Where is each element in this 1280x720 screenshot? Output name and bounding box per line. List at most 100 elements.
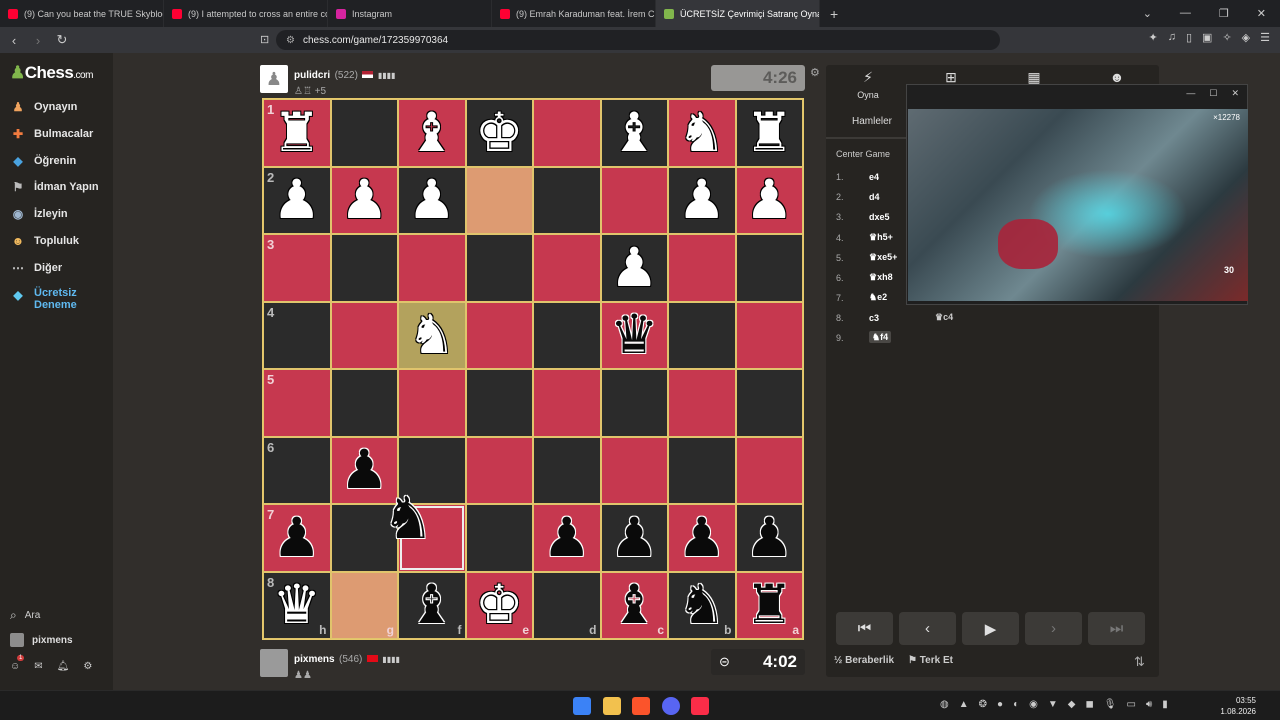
board-square[interactable]: ♝ (398, 99, 466, 167)
previous-move-button[interactable]: ‹ (899, 612, 956, 645)
discord-icon[interactable] (662, 697, 680, 715)
url-field[interactable]: ⚙ chess.com/game/172359970364 (276, 30, 1000, 50)
browser-tab[interactable]: (9) Emrah Karaduman feat. İrem C... (492, 0, 656, 27)
battery-icon[interactable]: ▮ (1162, 699, 1168, 710)
board-square[interactable]: 3 (263, 234, 331, 302)
move-black[interactable]: ♛c4 (935, 312, 953, 323)
board-square[interactable]: ♟ (668, 166, 736, 234)
minimize-icon[interactable]: — (1186, 88, 1195, 98)
top-player-name[interactable]: pulidcri (294, 70, 330, 81)
white-rook[interactable]: ♜ (745, 105, 793, 160)
board-square[interactable] (735, 369, 803, 437)
board-square[interactable]: 4 (263, 301, 331, 369)
bottom-player-name[interactable]: pixmens (294, 654, 335, 665)
reload-icon[interactable]: ↻ (52, 32, 72, 48)
board-square[interactable]: ♝ (600, 99, 668, 167)
first-move-button[interactable]: ⏮︎ (836, 612, 893, 645)
opening-name[interactable]: Center Game (836, 149, 890, 159)
board-square[interactable] (735, 301, 803, 369)
tab-moves[interactable]: Hamleler (852, 116, 892, 127)
black-bishop[interactable]: ♝ (408, 578, 456, 632)
brave-browser-icon[interactable] (632, 697, 650, 715)
new-tab-button[interactable]: + (820, 6, 848, 22)
board-square[interactable] (330, 234, 398, 302)
tray-app-icon[interactable]: ◍ (940, 699, 949, 710)
flip-board-icon[interactable]: ⇅ (1134, 654, 1145, 670)
board-square[interactable]: c ♝ (600, 571, 668, 639)
tray-app-icon[interactable]: ◐ (1013, 699, 1019, 710)
move-white-current[interactable]: ♞f4 (869, 331, 935, 343)
board-square[interactable] (668, 234, 736, 302)
chessboard[interactable]: 1 ♜ ♝ ♚ ♝ ♞ ♜ 2 ♟ ♟ ♟ ♟ ♟ 3 ♟ 4 ♞ ♛ 5 6 ♟ 7 ♟ ♟ ♟ ♟ ♟ 8 h ♛ g f ♝ e ♚ d c ♝ b ♞… (262, 98, 804, 640)
maximize-icon[interactable]: ☐ (1209, 88, 1217, 99)
board-settings-icon[interactable]: ⚙ (810, 66, 820, 79)
system-clock[interactable]: 03:55 1.08.2026 (1220, 695, 1256, 717)
black-bishop[interactable]: ♝ (610, 578, 658, 632)
dragged-black-knight[interactable]: ♞ (382, 484, 434, 552)
avatar[interactable] (260, 649, 288, 677)
sidebar-item-learn[interactable]: ◆ Öğrenin (10, 153, 76, 169)
music-app-icon[interactable] (691, 697, 709, 715)
avatar[interactable]: ♟ (260, 65, 288, 93)
browser-tab[interactable]: (9) Can you beat the TRUE Skyblock? (0, 0, 164, 27)
play-button[interactable]: ▶ (962, 612, 1019, 645)
board-square[interactable]: 2 ♟ (263, 166, 331, 234)
white-pawn[interactable]: ♟ (610, 240, 658, 295)
site-info-icon[interactable]: ⚙ (286, 35, 295, 46)
sidebar-search[interactable]: ⌕ Ara (10, 608, 40, 623)
chess-logo[interactable]: ♟Chess.com (10, 63, 93, 83)
sidebar-item-watch[interactable]: ◉ İzleyin (10, 206, 68, 222)
white-pawn[interactable]: ♟ (340, 173, 388, 227)
board-square[interactable]: f ♝ (398, 571, 466, 639)
network-icon[interactable]: ▭ (1126, 699, 1135, 710)
black-pawn[interactable]: ♟ (543, 510, 591, 565)
board-square[interactable] (600, 166, 668, 234)
black-knight[interactable]: ♞ (678, 578, 726, 632)
board-square[interactable]: ♟ (735, 504, 803, 572)
white-pawn[interactable]: ♟ (273, 173, 321, 227)
bell-icon[interactable]: 🔔︎ (57, 661, 70, 672)
board-square[interactable]: ♞ (398, 301, 466, 369)
tray-app-icon[interactable]: ◼ (1085, 699, 1093, 710)
tab-play[interactable]: ⚡︎ Oyna (838, 69, 898, 100)
sidebar-item-more[interactable]: ⋯ Diğer (10, 260, 62, 276)
friends-icon[interactable]: ☺ 1 (10, 655, 25, 672)
mic-icon[interactable]: 🎙︎ (1104, 699, 1117, 710)
leo-icon[interactable]: ✧ (1222, 31, 1231, 44)
board-square[interactable] (533, 166, 601, 234)
board-square[interactable]: 6 (263, 436, 331, 504)
back-icon[interactable]: ‹ (4, 33, 24, 48)
move-white[interactable]: c3 (869, 313, 935, 323)
black-queen[interactable]: ♛ (610, 308, 658, 362)
board-square[interactable]: ♟ (330, 166, 398, 234)
black-pawn[interactable]: ♟ (745, 510, 793, 565)
draw-button[interactable]: ½ Beraberlik (834, 655, 894, 666)
board-square[interactable] (668, 369, 736, 437)
tray-app-icon[interactable]: ◉ (1029, 699, 1038, 710)
board-square[interactable] (330, 301, 398, 369)
board-square[interactable]: ♟ (398, 166, 466, 234)
board-square[interactable]: ♞ (668, 99, 736, 167)
white-bishop[interactable]: ♝ (408, 105, 456, 160)
board-square[interactable]: a ♜ (735, 571, 803, 639)
white-pawn[interactable]: ♟ (408, 173, 456, 227)
white-bishop[interactable]: ♝ (610, 105, 658, 160)
vpn-icon[interactable]: ◈ (1242, 31, 1250, 44)
white-king[interactable]: ♚ (475, 105, 523, 160)
board-square[interactable] (465, 234, 533, 302)
music-icon[interactable]: ♫ (1168, 31, 1176, 44)
next-move-button[interactable]: › (1025, 612, 1082, 645)
board-square[interactable]: ♛ (600, 301, 668, 369)
board-square[interactable]: 8 h ♛ (263, 571, 331, 639)
black-pawn[interactable]: ♟ (678, 510, 726, 565)
board-square[interactable]: 5 (263, 369, 331, 437)
sidebar-profile[interactable]: pixmens (10, 633, 73, 647)
white-knight[interactable]: ♞ (678, 105, 726, 160)
board-square[interactable] (330, 99, 398, 167)
board-square[interactable] (398, 234, 466, 302)
messages-icon[interactable]: ✉ (34, 661, 42, 672)
sidebar-item-play[interactable]: ♟ Oynayın (10, 99, 78, 115)
white-knight[interactable]: ♞ (408, 308, 456, 362)
browser-tab-active[interactable]: ÜCRETSİZ Çevrimiçi Satranç Oyna...✕ (656, 0, 820, 27)
black-pawn[interactable]: ♟ (610, 510, 658, 565)
